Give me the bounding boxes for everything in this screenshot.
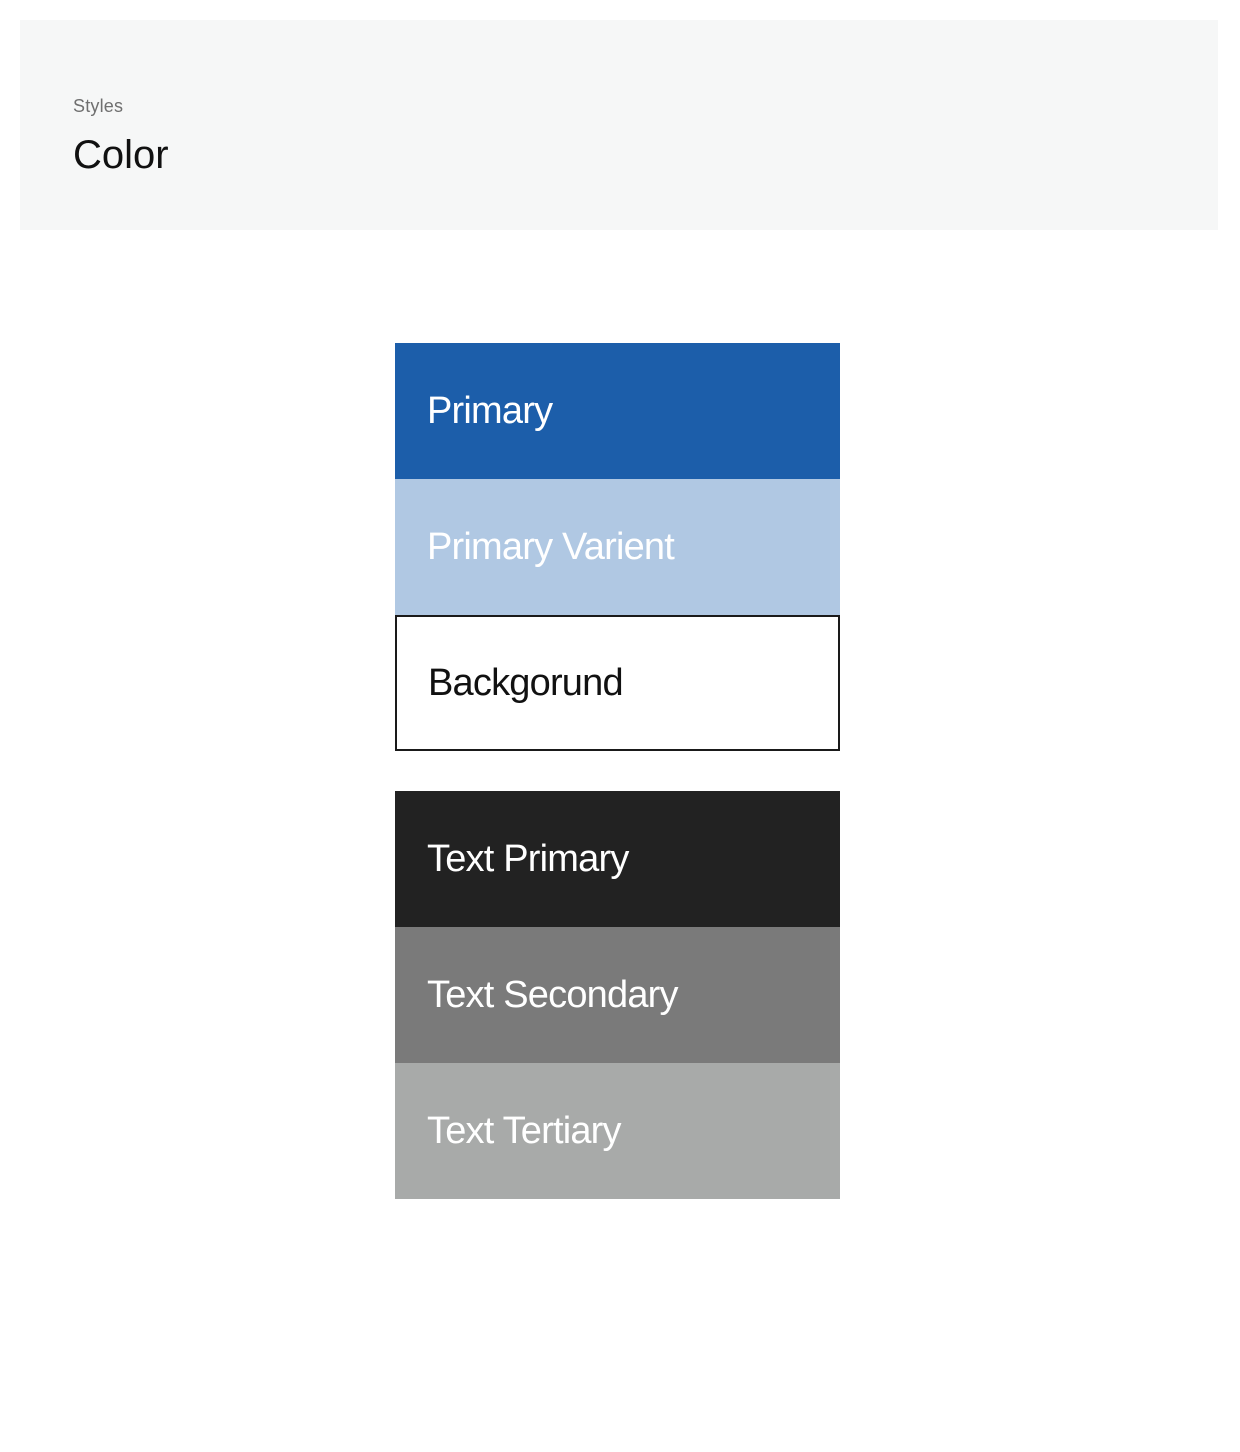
swatch-primary-variant: Primary Varient (395, 479, 840, 615)
text-color-group: Text Primary Text Secondary Text Tertiar… (395, 791, 840, 1199)
swatch-text-tertiary: Text Tertiary (395, 1063, 840, 1199)
page-header: Styles Color (20, 20, 1218, 230)
swatch-label: Text Primary (427, 838, 629, 880)
swatch-label: Backgorund (428, 662, 624, 704)
brand-color-group: Primary Primary Varient Backgorund (395, 343, 840, 751)
swatch-background: Backgorund (395, 615, 840, 751)
swatch-label: Text Tertiary (427, 1110, 622, 1152)
swatch-label: Text Secondary (427, 974, 679, 1016)
swatch-primary: Primary (395, 343, 840, 479)
swatch-text-secondary: Text Secondary (395, 927, 840, 1063)
section-eyebrow: Styles (73, 96, 124, 116)
page-title: Color (73, 133, 169, 177)
swatch-text-primary: Text Primary (395, 791, 840, 927)
swatch-label: Primary Varient (427, 526, 675, 568)
swatch-label: Primary (427, 390, 553, 432)
